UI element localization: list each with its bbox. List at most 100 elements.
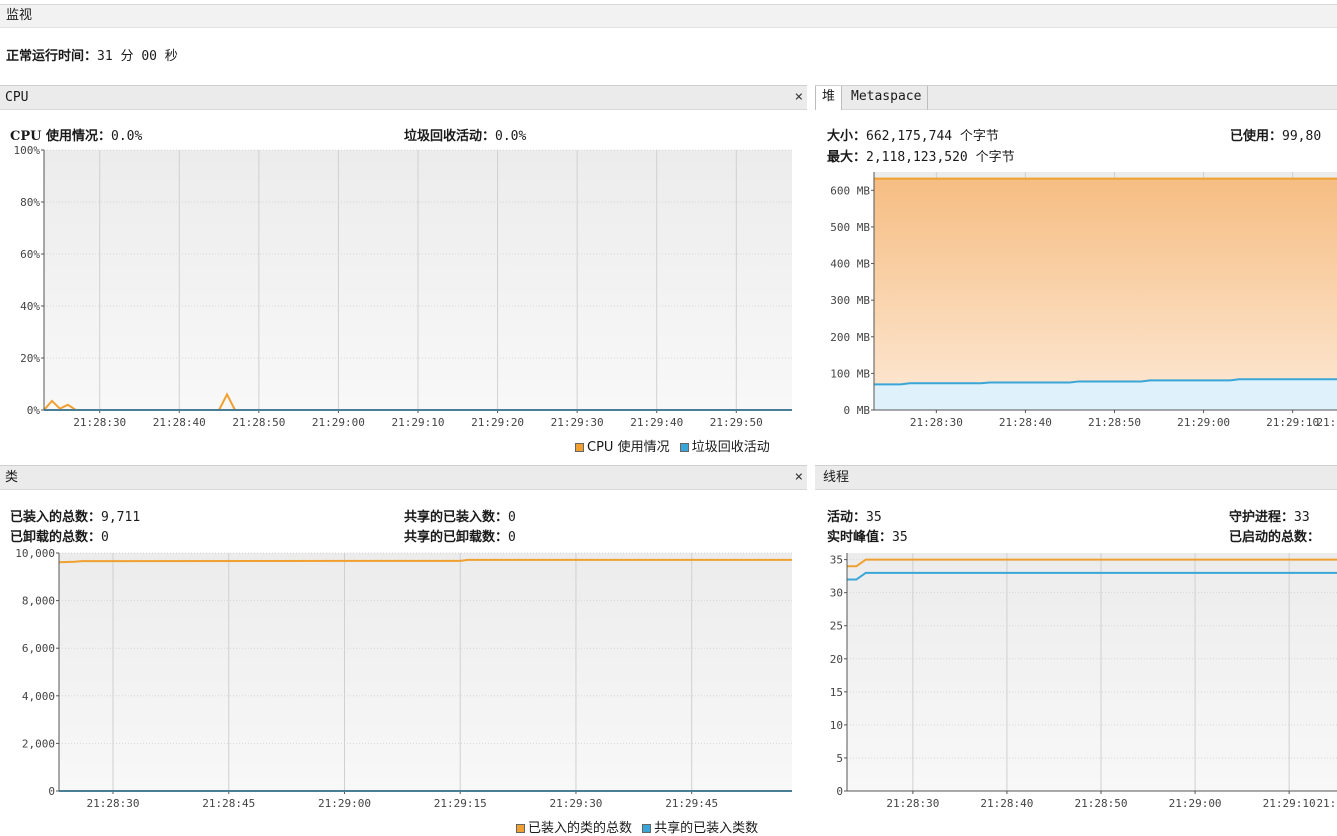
- legend-gc-activity: 垃圾回收活动: [691, 440, 770, 455]
- x-tick-label: 21:28:40: [153, 416, 206, 429]
- y-tick-label: 0 MB: [844, 404, 871, 417]
- x-tick-label: 21:29:00: [312, 416, 365, 429]
- y-tick-label: 5: [836, 752, 843, 765]
- threads-started-label: 已启动的总数：: [1229, 530, 1321, 545]
- x-tick-label: 21:28:50: [1088, 416, 1141, 429]
- y-tick-label: 15: [830, 686, 843, 699]
- threads-live-label: 活动：: [827, 510, 867, 525]
- plot-area: [847, 553, 1337, 791]
- gc-activity-value: 0.0%: [495, 129, 527, 144]
- y-tick-label: 0%: [27, 404, 41, 417]
- y-tick-label: 500 MB: [830, 221, 870, 234]
- x-tick-label: 21:29: [1316, 797, 1337, 810]
- threads-panel-header: 线程: [815, 465, 1337, 490]
- heap-size-stat: 大小：662,175,744 个字节: [827, 125, 999, 144]
- legend-swatch-cpu-usage: [575, 443, 584, 452]
- monitor-title: 监视: [6, 8, 33, 23]
- x-tick-label: 21:29:10: [392, 416, 445, 429]
- threads-live-stat: 活动：35: [827, 506, 882, 525]
- plot-area: [59, 553, 792, 791]
- heap-used-stat: 已使用：99,80: [1230, 125, 1321, 144]
- y-tick-label: 60%: [20, 248, 40, 261]
- series-area-0: [874, 178, 1337, 410]
- x-tick-label: 21:29:40: [630, 416, 683, 429]
- shared-unloaded-stat: 共享的已卸载数：0: [404, 526, 516, 545]
- x-tick-label: 21:28:30: [73, 416, 126, 429]
- classes-panel-close-icon[interactable]: ×: [795, 466, 803, 489]
- cpu-panel-header: CPU ×: [0, 85, 807, 110]
- classes-panel-header: 类 ×: [0, 465, 807, 490]
- x-tick-label: 21:29:10: [1266, 416, 1319, 429]
- x-tick-label: 21:29:00: [318, 797, 371, 810]
- gc-activity-stat: 垃圾回收活动：0.0%: [404, 125, 526, 144]
- tab-heap[interactable]: 堆: [815, 86, 843, 110]
- y-tick-label: 20%: [20, 352, 40, 365]
- cpu-chart: 0% 20% 40% 60% 80% 100% 21:28:30 21:28:40 21:28:…: [14, 144, 792, 429]
- x-tick-label: 21:29:30: [551, 416, 604, 429]
- heap-size-label: 大小：: [827, 129, 867, 144]
- y-tick-label: 80%: [20, 196, 40, 209]
- shared-loaded-label: 共享的已装入数：: [404, 510, 509, 525]
- legend-shared-loaded: 共享的已装入类数: [654, 821, 759, 836]
- y-tick-label: 100%: [14, 144, 41, 157]
- classes-loaded-value: 9,711: [101, 510, 141, 525]
- uptime: 正常运行时间：31 分 00 秒: [6, 45, 178, 64]
- classes-unloaded-stat: 已卸载的总数：0: [10, 526, 109, 545]
- x-tick-label: 21:28:50: [1075, 797, 1128, 810]
- heap-panel-header: 堆 Metaspace: [815, 85, 1337, 110]
- uptime-value: 31 分 00 秒: [97, 49, 178, 64]
- shared-loaded-stat: 共享的已装入数：0: [404, 506, 516, 525]
- threads-live-value: 35: [866, 510, 882, 525]
- threads-daemon-label: 守护进程：: [1229, 510, 1295, 525]
- x-tick-label: 21:29:50: [710, 416, 763, 429]
- x-tick-label: 21:29:00: [1169, 797, 1222, 810]
- legend-swatch-loaded-classes: [516, 824, 525, 833]
- cpu-usage-label: CPU 使用情况：: [10, 129, 111, 144]
- x-tick-label: 21:29: [1316, 416, 1337, 429]
- monitor-tab-header: 监视: [0, 4, 1337, 28]
- threads-daemon-value: 33: [1294, 510, 1310, 525]
- threads-daemon-stat: 守护进程：33: [1229, 506, 1310, 525]
- cpu-chart-legend: CPU 使用情况 垃圾回收活动: [575, 436, 770, 455]
- legend-swatch-gc-activity: [679, 443, 689, 452]
- y-tick-label: 200 MB: [830, 331, 870, 344]
- shared-unloaded-label: 共享的已卸载数：: [404, 530, 509, 545]
- x-tick-label: 21:28:40: [999, 416, 1052, 429]
- classes-unloaded-label: 已卸载的总数：: [10, 530, 102, 545]
- y-tick-label: 300 MB: [830, 294, 870, 307]
- y-tick-label: 6,000: [22, 642, 55, 655]
- x-tick-label: 21:29:30: [549, 797, 602, 810]
- x-tick-label: 21:29:00: [1177, 416, 1230, 429]
- classes-unloaded-value: 0: [101, 530, 109, 545]
- cpu-panel-title: CPU: [5, 90, 29, 105]
- x-tick-label: 21:28:30: [886, 797, 939, 810]
- heap-used-label: 已使用：: [1230, 129, 1283, 144]
- threads-started-stat: 已启动的总数：: [1229, 526, 1320, 545]
- threads-panel-title: 线程: [823, 470, 850, 485]
- classes-panel-title: 类: [5, 470, 19, 485]
- uptime-label: 正常运行时间：: [6, 49, 98, 64]
- gc-activity-label: 垃圾回收活动：: [404, 129, 496, 144]
- legend-cpu-usage: CPU 使用情况: [587, 440, 670, 455]
- y-tick-label: 25: [830, 620, 843, 633]
- legend-swatch-shared-loaded: [642, 824, 652, 833]
- heap-used-value: 99,80: [1282, 129, 1322, 144]
- x-tick-label: 21:29:20: [471, 416, 524, 429]
- classes-loaded-label: 已装入的总数：: [10, 510, 102, 525]
- y-tick-label: 8,000: [22, 595, 55, 608]
- y-tick-label: 20: [830, 653, 843, 666]
- x-tick-label: 21:29:10: [1263, 797, 1316, 810]
- y-tick-label: 4,000: [22, 690, 55, 703]
- x-tick-label: 21:29:45: [665, 797, 718, 810]
- y-tick-label: 400 MB: [830, 258, 870, 271]
- threads-chart: 0 5 10 15 20 25 30 35 21:28:30 21:28:40 21:28:50 21…: [830, 553, 1337, 810]
- shared-unloaded-value: 0: [508, 530, 516, 545]
- cpu-panel-close-icon[interactable]: ×: [795, 86, 803, 109]
- y-tick-label: 10: [830, 719, 843, 732]
- cpu-usage-stat: CPU 使用情况：0.0%: [10, 125, 142, 144]
- cpu-usage-value: 0.0%: [111, 129, 143, 144]
- legend-loaded-classes: 已装入的类的总数: [528, 821, 633, 836]
- threads-peak-label: 实时峰值：: [827, 530, 893, 545]
- tab-metaspace[interactable]: Metaspace: [845, 86, 929, 110]
- y-tick-label: 10,000: [15, 547, 55, 560]
